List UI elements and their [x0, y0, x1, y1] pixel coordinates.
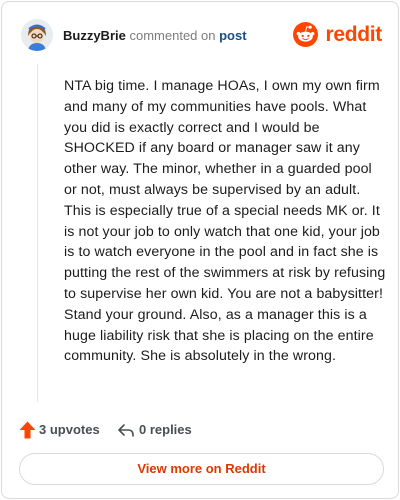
upvote-count: 3 upvotes — [39, 422, 100, 437]
comment-embed-card: BuzzyBrie commented on post reddit NTA b… — [1, 1, 399, 499]
action-text: commented on — [129, 28, 216, 43]
comment-header: BuzzyBrie commented on post reddit — [21, 19, 382, 51]
comment-body: NTA big time. I manage HOAs, I own my ow… — [64, 78, 386, 365]
post-link[interactable]: post — [219, 28, 246, 43]
thread-line — [37, 64, 38, 402]
comment-byline: BuzzyBrie commented on post — [63, 28, 247, 44]
username-link[interactable]: BuzzyBrie — [63, 28, 126, 43]
brand-wordmark: reddit — [325, 23, 382, 46]
upvote-arrow-icon — [19, 421, 36, 439]
view-more-button[interactable]: View more on Reddit — [19, 453, 384, 485]
reddit-logo-icon — [293, 22, 318, 47]
reply-arrow-icon — [118, 424, 134, 437]
reply-count: 0 replies — [139, 422, 192, 437]
avatar[interactable] — [21, 19, 53, 51]
